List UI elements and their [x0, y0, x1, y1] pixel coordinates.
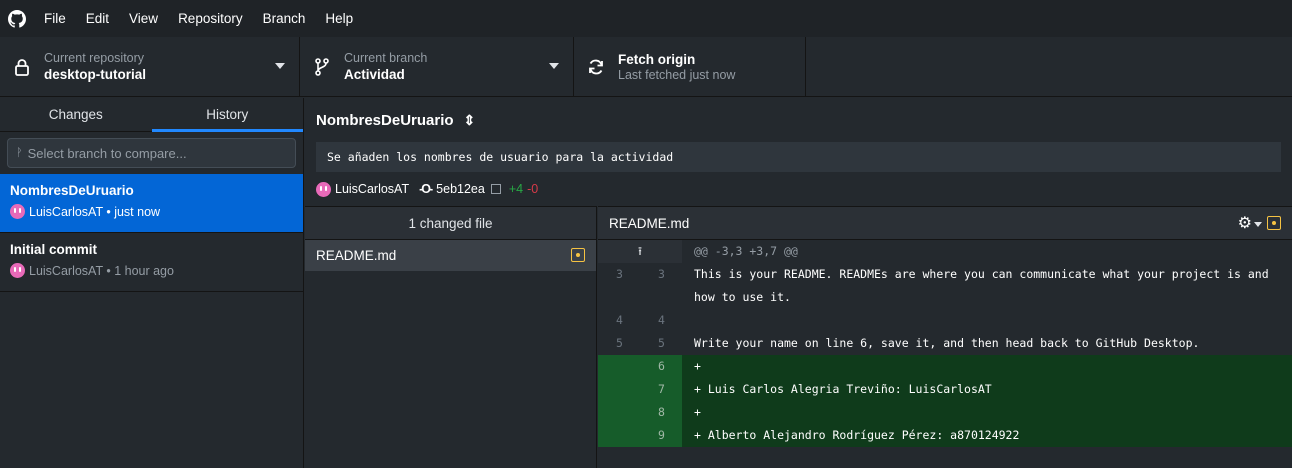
- old-line-number: [598, 378, 641, 401]
- lock-icon: [0, 58, 44, 76]
- avatar: [316, 181, 331, 197]
- chevron-down-icon: [275, 63, 285, 69]
- diff-line-text: + Luis Carlos Alegria Treviño: LuisCarlo…: [694, 382, 992, 396]
- changed-files-header: 1 changed file: [305, 207, 596, 240]
- fetch-label: Fetch origin: [618, 52, 696, 67]
- diff-line-text: +: [694, 359, 701, 373]
- new-line-number: 7: [658, 382, 665, 396]
- diff-line-added[interactable]: 6 +: [598, 355, 1292, 378]
- old-line-number: 3: [616, 267, 623, 281]
- diff-header: README.md ⚙: [598, 207, 1292, 240]
- diff-line[interactable]: 5 5 Write your name on line 6, save it, a…: [598, 332, 1292, 355]
- diff-hunk-header: ⭱ @@ -3,3 +3,7 @@: [598, 240, 1292, 263]
- menu-view[interactable]: View: [119, 0, 168, 37]
- fetch-origin-button[interactable]: Fetch origin Last fetched just now: [574, 37, 806, 97]
- new-line-number: 8: [658, 405, 665, 419]
- chevron-down-icon: [549, 63, 559, 69]
- commit-description: Se añaden los nombres de usuario para la…: [316, 142, 1281, 172]
- diff-line-added[interactable]: 8 +: [598, 401, 1292, 424]
- sync-icon: [574, 58, 618, 76]
- diff-lines: ⭱ @@ -3,3 +3,7 @@ 3 3 This is your README…: [598, 240, 1292, 447]
- diff-file-name: README.md: [609, 215, 690, 231]
- tab-history[interactable]: History: [151, 98, 304, 132]
- repository-name: desktop-tutorial: [44, 67, 147, 82]
- chevron-down-icon[interactable]: [1254, 222, 1262, 227]
- sidebar: Changes History ᚹ Select branch to compa…: [0, 98, 304, 468]
- gear-icon[interactable]: ⚙: [1238, 213, 1252, 233]
- commit-author: LuisCarlosAT: [335, 182, 410, 196]
- old-line-number: 4: [616, 313, 623, 327]
- expand-up-icon[interactable]: ⭱: [598, 240, 682, 263]
- repository-label: Current repository: [44, 51, 145, 65]
- diff-line[interactable]: 44: [598, 309, 1292, 332]
- commit-meta: LuisCarlosAT • just now: [29, 204, 161, 219]
- changed-files-panel: 1 changed file README.md: [305, 206, 597, 468]
- file-modified-icon: [571, 248, 585, 262]
- file-modified-icon: [1267, 216, 1281, 230]
- diff-line-text: + Alberto Alejandro Rodríguez Pérez: a87…: [694, 428, 1020, 442]
- diff-panel: README.md ⚙ ⭱ @@ -3,3 +3,7 @@ 3 3 This is…: [598, 206, 1292, 468]
- current-branch-button[interactable]: Current branch Actividad: [300, 37, 574, 97]
- deletions-count: -0: [527, 182, 539, 196]
- hunk-text: @@ -3,3 +3,7 @@: [682, 240, 1292, 263]
- commit-sha: 5eb12ea: [436, 182, 485, 196]
- fetch-status: Last fetched just now: [618, 68, 736, 82]
- branch-label: Current branch: [344, 51, 428, 65]
- new-line-number: 4: [658, 313, 665, 327]
- menu-edit[interactable]: Edit: [76, 0, 119, 37]
- branch-name: Actividad: [344, 67, 405, 82]
- diff-line-text: This is your README. READMEs are where y…: [694, 267, 1276, 304]
- commit-meta: LuisCarlosAT • 1 hour ago: [29, 263, 174, 278]
- copy-icon[interactable]: [490, 184, 501, 194]
- commit-title: Initial commit: [10, 242, 98, 257]
- old-line-number: [598, 424, 641, 447]
- old-line-number: [598, 355, 641, 378]
- new-line-number: 6: [658, 359, 665, 373]
- branch-icon: ᚹ: [16, 147, 23, 159]
- menu-bar: File Edit View Repository Branch Help: [0, 0, 1292, 37]
- github-logo-icon: [0, 0, 34, 37]
- tab-bar: Changes History: [0, 98, 303, 132]
- branch-compare-placeholder: Select branch to compare...: [27, 145, 187, 161]
- current-repository-button[interactable]: Current repository desktop-tutorial: [0, 37, 300, 97]
- file-name: README.md: [316, 248, 397, 263]
- tab-changes[interactable]: Changes: [0, 98, 152, 131]
- file-list-item[interactable]: README.md: [305, 240, 596, 271]
- new-line-number: 9: [658, 428, 665, 442]
- menu-branch[interactable]: Branch: [253, 0, 316, 37]
- expand-icon[interactable]: ⇕: [464, 112, 476, 129]
- commit-list-item[interactable]: Initial commit LuisCarlosAT • 1 hour ago: [0, 233, 303, 292]
- commit-list-item[interactable]: NombresDeUruario LuisCarlosAT • just now: [0, 174, 303, 233]
- new-line-number: 3: [658, 267, 665, 281]
- git-commit-icon: -O-: [419, 182, 433, 196]
- commit-summary-title: NombresDeUruario: [316, 111, 454, 129]
- branch-compare-input[interactable]: ᚹ Select branch to compare...: [7, 138, 296, 168]
- diff-line[interactable]: 3 3 This is your README. READMEs are wher…: [598, 263, 1292, 309]
- menu-file[interactable]: File: [34, 0, 76, 37]
- additions-count: +4: [508, 182, 524, 196]
- menu-help[interactable]: Help: [315, 0, 363, 37]
- menu-repository[interactable]: Repository: [168, 0, 253, 37]
- old-line-number: 5: [616, 336, 623, 350]
- branch-icon: [300, 58, 344, 76]
- diff-line-text: +: [694, 405, 701, 419]
- commit-detail-pane: NombresDeUruario ⇕ Se añaden los nombres…: [305, 98, 1292, 468]
- old-line-number: [598, 401, 641, 424]
- diff-line-added[interactable]: 9 + Alberto Alejandro Rodríguez Pérez: a…: [598, 424, 1292, 447]
- avatar: [10, 263, 25, 278]
- toolbar: Current repository desktop-tutorial Curr…: [0, 37, 1292, 97]
- diff-line-text: Write your name on line 6, save it, and …: [694, 336, 1200, 350]
- new-line-number: 5: [658, 336, 665, 350]
- commit-title: NombresDeUruario: [10, 183, 134, 198]
- commit-meta-row: LuisCarlosAT -O- 5eb12ea +4 -0: [305, 172, 1292, 206]
- diff-line-added[interactable]: 7 + Luis Carlos Alegria Treviño: LuisCar…: [598, 378, 1292, 401]
- avatar: [10, 204, 25, 219]
